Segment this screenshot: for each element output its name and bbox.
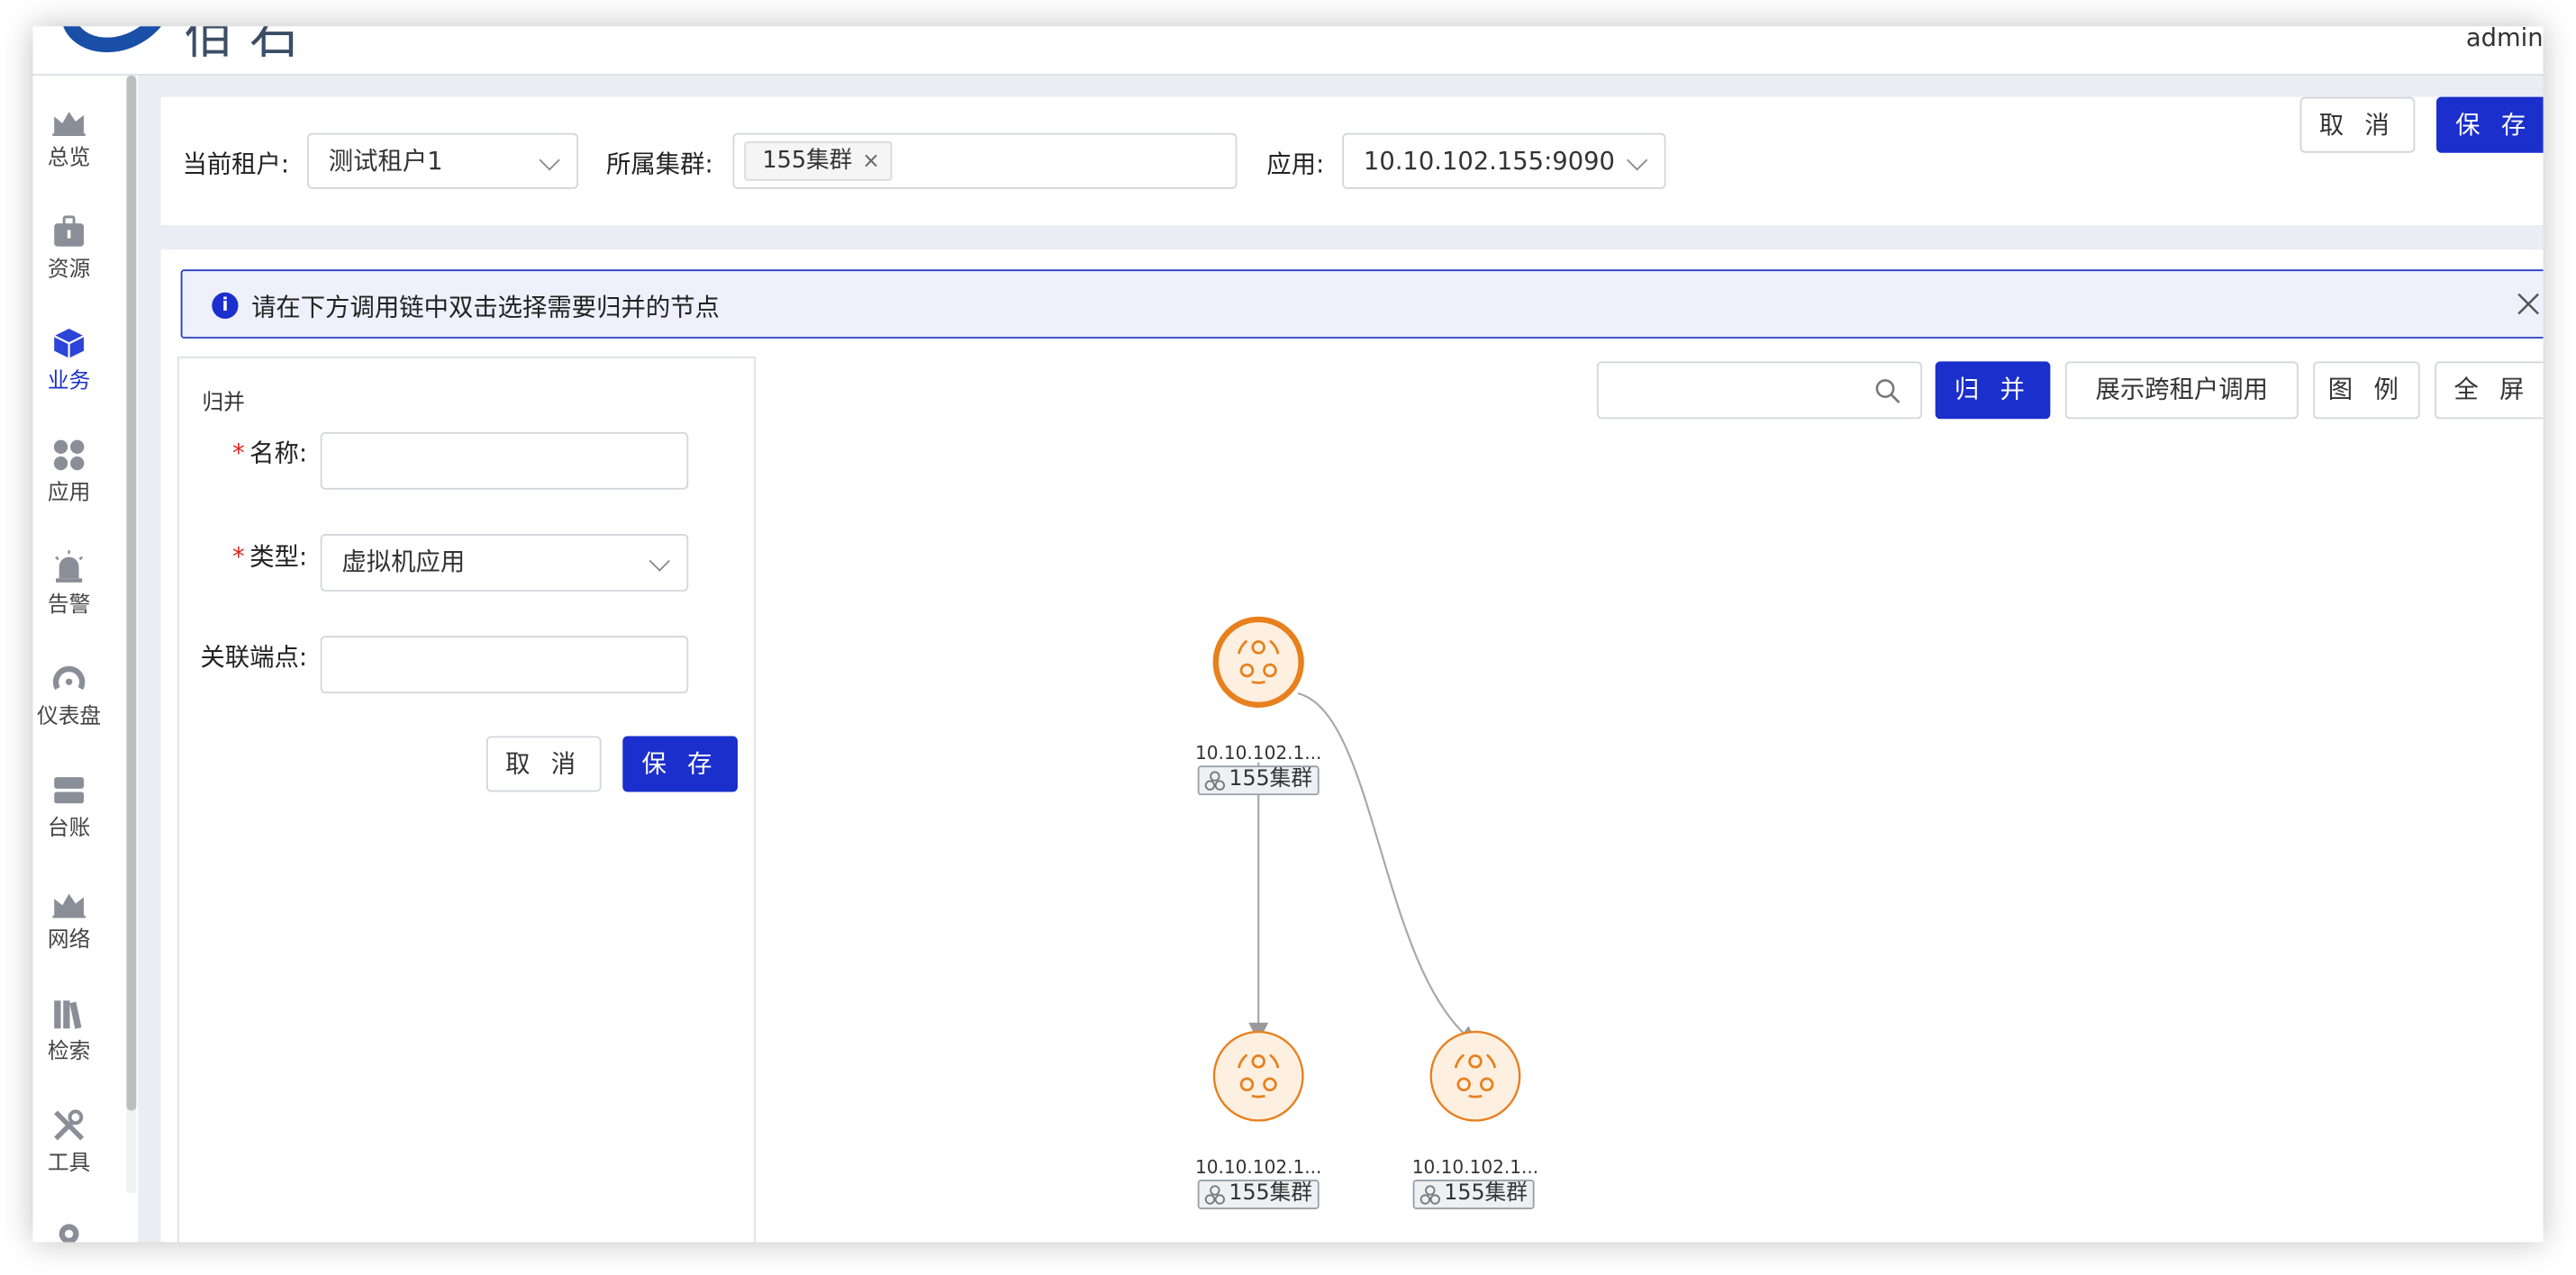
form-cancel-button[interactable]: 取 消 (485, 736, 602, 792)
type-label-text: 类型: (249, 542, 308, 572)
cluster-icon (1420, 1185, 1440, 1205)
sidebar-item-label: 资源 (47, 258, 91, 283)
sidebar-item-apps[interactable]: 应用 (32, 437, 104, 522)
app-node[interactable] (1429, 1030, 1521, 1122)
sidebar-item-tools[interactable]: 工具 (32, 1108, 104, 1193)
sidebar-item-label: 应用 (47, 481, 91, 507)
gear-icon (59, 1224, 79, 1243)
node-label: 10.10.102.1... (1194, 742, 1322, 764)
sidebar-item-resources[interactable]: 资源 (32, 213, 104, 299)
briefcase-icon (54, 215, 85, 247)
tenant-select-value: 测试租户1 (328, 146, 443, 176)
alarm-icon (55, 550, 84, 583)
cluster-select[interactable]: 155集群 × (732, 132, 1238, 189)
close-icon[interactable] (2516, 291, 2542, 317)
gauge-icon (52, 665, 86, 691)
app-label: 应用: (1266, 149, 1325, 179)
alert-message: 请在下方调用链中双击选择需要归并的节点 (251, 292, 720, 322)
name-label: * 名称: (192, 436, 307, 470)
sidebar: 总览 资源 业务 应用 告警 仪表盘 台账 网络 检索 工具 (32, 75, 139, 1243)
books-icon (54, 1000, 82, 1029)
sidebar-item-label: 网络 (47, 927, 91, 954)
info-alert: i 请在下方调用链中双击选择需要归并的节点 (180, 269, 2544, 339)
brand-logo-icon (63, 26, 161, 52)
apps-icon (53, 439, 85, 471)
cluster-tag-label: 155集群 (762, 148, 853, 175)
node-cluster-tag: 155集群 (1412, 1180, 1535, 1209)
app-select-value: 10.10.102.155:9090 (1363, 146, 1615, 176)
user-name[interactable]: admin (2466, 26, 2544, 50)
sidebar-item-dashboard[interactable]: 仪表盘 (32, 661, 104, 746)
tag-close-icon[interactable]: × (862, 149, 880, 174)
chevron-down-icon (649, 550, 670, 572)
node-cluster-tag: 155集群 (1197, 765, 1320, 796)
type-select[interactable]: 虚拟机应用 (320, 534, 689, 592)
brand-logo-text: 佰石 (184, 26, 316, 66)
show-cross-tenant-button[interactable]: 展示跨租户调用 (2064, 361, 2299, 420)
legend-button[interactable]: 图 例 (2313, 361, 2420, 420)
name-label-text: 名称: (249, 439, 308, 469)
node-cluster-label: 155集群 (1229, 1180, 1313, 1207)
sidebar-item-label: 工具 (47, 1152, 91, 1177)
node-cluster-tag: 155集群 (1197, 1180, 1320, 1209)
filter-bar: 当前租户: 测试租户1 所属集群: 155集群 × 应用: 10.10.102.1… (160, 96, 2544, 225)
tools-icon (54, 1109, 85, 1141)
sidebar-item-label: 台账 (47, 816, 91, 842)
endpoint-input[interactable] (320, 636, 689, 694)
sidebar-item-label: 业务 (47, 369, 91, 394)
cube-icon (53, 328, 85, 358)
search-icon[interactable] (1874, 378, 1900, 404)
node-label: 10.10.102.1... (1194, 1156, 1322, 1179)
required-mark: * (231, 439, 245, 469)
app-window: 佰石 admin 总览 资源 业务 应用 告警 仪表盘 台账 网络 检索 工具 … (32, 26, 2544, 1243)
node-cluster-label: 155集群 (1229, 767, 1313, 792)
top-bar: 佰石 admin (32, 26, 2544, 76)
chevron-down-icon (539, 149, 560, 171)
endpoint-label: 关联端点: (200, 642, 308, 673)
node-label: 10.10.102.1... (1411, 1156, 1539, 1179)
tenant-label: 当前租户: (182, 149, 290, 179)
cancel-button[interactable]: 取 消 (2299, 96, 2416, 153)
form-save-button[interactable]: 保 存 (622, 736, 738, 792)
chart-area-icon (52, 112, 86, 136)
fullscreen-button[interactable]: 全 屏 (2435, 361, 2544, 420)
merge-button[interactable]: 归 并 (1935, 361, 2051, 420)
type-label: * 类型: (192, 539, 307, 574)
cluster-icon (1204, 1185, 1225, 1205)
sidebar-item-ledger[interactable]: 台账 (32, 773, 104, 858)
cluster-tag: 155集群 × (744, 140, 892, 181)
chevron-down-icon (1627, 149, 1648, 171)
type-select-value: 虚拟机应用 (341, 547, 466, 577)
sidebar-item-business[interactable]: 业务 (32, 325, 104, 411)
app-node[interactable] (1212, 616, 1304, 708)
save-button[interactable]: 保 存 (2435, 96, 2544, 153)
cluster-icon (1204, 771, 1225, 791)
sidebar-item-overview[interactable]: 总览 (32, 102, 104, 187)
name-input[interactable] (320, 431, 689, 490)
node-cluster-label: 155集群 (1444, 1180, 1528, 1207)
sidebar-item-network[interactable]: 网络 (32, 884, 104, 970)
app-node[interactable] (1212, 1030, 1304, 1122)
sidebar-item-settings[interactable] (32, 1216, 104, 1243)
sidebar-item-alerts[interactable]: 告警 (32, 548, 104, 634)
main-panel: i 请在下方调用链中双击选择需要归并的节点 归并 * 名称: * 类型: 虚拟机应用… (160, 249, 2544, 1243)
graph-search-input[interactable] (1596, 361, 1923, 420)
app-select[interactable]: 10.10.102.155:9090 (1342, 132, 1666, 189)
sidebar-scroll-thumb[interactable] (126, 75, 137, 1111)
sidebar-item-search[interactable]: 检索 (32, 996, 104, 1081)
sidebar-item-label: 告警 (47, 592, 91, 619)
chart-area-icon (52, 893, 86, 918)
sidebar-item-label: 仪表盘 (37, 704, 102, 730)
merge-form-title: 归并 (202, 391, 245, 416)
ledger-icon (54, 777, 85, 804)
screen: 佰石 admin 总览 资源 业务 应用 告警 仪表盘 台账 网络 检索 工具 … (0, 0, 2576, 1275)
info-icon: i (212, 292, 239, 319)
sidebar-item-label: 总览 (47, 146, 91, 171)
cluster-label: 所属集群: (606, 149, 713, 179)
merge-form: 归并 * 名称: * 类型: 虚拟机应用 关联端点: 取 消 保 存 (177, 356, 757, 1243)
sidebar-item-label: 检索 (47, 1040, 91, 1065)
tenant-select[interactable]: 测试租户1 (307, 132, 579, 189)
required-mark: * (231, 542, 245, 572)
